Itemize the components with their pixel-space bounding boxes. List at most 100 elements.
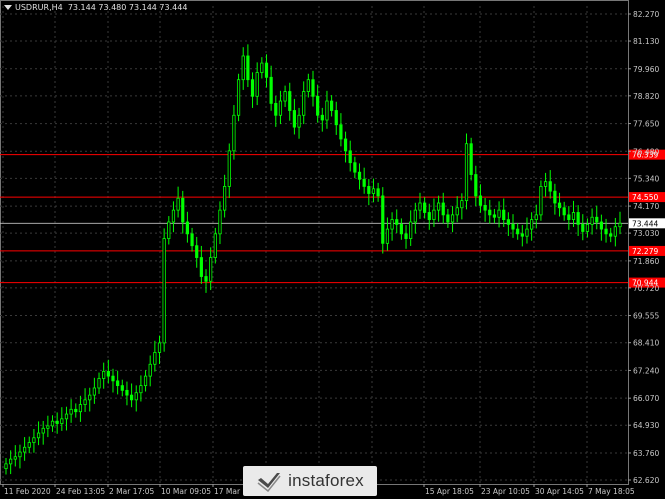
- candle-body: [371, 188, 376, 194]
- candle-body: [143, 375, 148, 387]
- candle-body: [260, 62, 264, 73]
- candle-body: [418, 202, 422, 211]
- candle-body: [102, 370, 106, 379]
- y-tick-label: 81.130: [633, 37, 659, 46]
- y-tick-label: 75.340: [633, 174, 659, 183]
- candle-body: [116, 380, 120, 387]
- candle-body: [9, 458, 13, 465]
- candle-body: [488, 209, 492, 216]
- candle-body: [4, 463, 8, 470]
- candle-body: [97, 378, 101, 389]
- candle-body: [232, 114, 236, 152]
- candle-body: [576, 212, 580, 225]
- candle-body: [320, 114, 324, 121]
- candle-body: [604, 228, 608, 235]
- y-tick-label: 63.760: [633, 449, 659, 458]
- y-tick-label: 82.270: [633, 10, 659, 19]
- candle-body: [483, 204, 487, 211]
- y-tick-label: 66.070: [633, 394, 659, 403]
- candle-body: [195, 245, 199, 258]
- candle[interactable]: [236, 73, 241, 122]
- y-tick-label: 74.170: [633, 202, 659, 211]
- candle-body: [274, 103, 278, 116]
- candle-body: [548, 181, 552, 192]
- x-tick-label: 30 Apr 14:05: [535, 487, 584, 496]
- candle-body: [618, 222, 622, 228]
- candle-body: [343, 138, 348, 152]
- candle-body: [460, 200, 464, 209]
- y-tick-label: 68.410: [633, 339, 659, 348]
- candle-body: [223, 186, 227, 211]
- candle-body: [325, 100, 329, 121]
- candle-body: [353, 162, 357, 173]
- x-tick-label: 17 Mar: [214, 487, 241, 496]
- candle-body: [581, 223, 585, 232]
- ohlc-values: 73.144 73.480 73.144 73.444: [67, 3, 188, 12]
- candle-body: [362, 178, 366, 187]
- candle-body: [557, 202, 562, 209]
- candle-body: [120, 385, 124, 391]
- candle-body: [511, 223, 515, 230]
- candle-body: [134, 392, 138, 401]
- candle-body: [50, 420, 55, 427]
- candle-body: [381, 195, 385, 244]
- candle[interactable]: [464, 133, 469, 210]
- candle-body: [492, 214, 497, 218]
- candle-body: [390, 219, 394, 230]
- y-tick-label: 67.240: [633, 366, 659, 375]
- price-chart[interactable]: 76.33974.55072.27970.94473.444 82.27081.…: [0, 0, 665, 499]
- candle-body: [534, 214, 538, 221]
- y-tick-label: 71.860: [633, 257, 659, 266]
- candle-body: [125, 389, 129, 396]
- candle-body: [469, 143, 473, 175]
- candle-body: [497, 209, 501, 218]
- candle-body: [306, 79, 310, 92]
- candle-body: [32, 437, 36, 443]
- candle-body: [446, 214, 450, 223]
- y-tick-label: 64.930: [633, 421, 659, 430]
- candle-body: [427, 212, 431, 221]
- candle[interactable]: [539, 180, 543, 221]
- candle[interactable]: [162, 228, 166, 352]
- y-tick-label: 69.555: [633, 312, 659, 321]
- candle-body: [432, 209, 436, 221]
- y-tick-label: 77.650: [633, 120, 659, 129]
- candle-body: [36, 432, 41, 439]
- candle-body: [516, 228, 520, 235]
- x-tick-label: 10 Mar 09:05: [161, 487, 211, 496]
- candle-body: [27, 442, 31, 448]
- candle-body: [297, 114, 301, 128]
- candle-body: [404, 233, 408, 239]
- candle-body: [530, 219, 534, 230]
- candle-body: [139, 385, 143, 394]
- candle-body: [148, 363, 152, 377]
- candle-body: [357, 171, 362, 180]
- candle-body: [181, 197, 185, 223]
- candle-body: [585, 223, 590, 232]
- candle-body: [562, 207, 566, 216]
- candle-body: [157, 342, 162, 353]
- x-tick-label: 7 May 18:05: [588, 487, 635, 496]
- candle-body: [311, 79, 315, 97]
- candle-body: [60, 418, 64, 424]
- candle-body: [23, 446, 27, 453]
- candle-body: [292, 110, 296, 128]
- candle-body: [330, 100, 334, 111]
- level-price-label: 74.550: [632, 193, 658, 202]
- candle-body: [74, 408, 78, 413]
- candle-body: [455, 207, 459, 216]
- x-tick-label: 15 Apr 18:05: [425, 487, 474, 496]
- candle[interactable]: [381, 187, 385, 254]
- collapse-triangle-icon[interactable]: [4, 5, 12, 10]
- candle-body: [395, 219, 399, 225]
- candle-body: [520, 233, 524, 237]
- candle[interactable]: [469, 137, 473, 181]
- instaforex-logo-icon: [257, 473, 281, 492]
- candle-body: [83, 399, 87, 405]
- candle-body: [69, 408, 73, 415]
- candle-body: [385, 228, 390, 244]
- candle-body: [590, 216, 594, 225]
- candle-body: [450, 214, 455, 223]
- candle-body: [106, 370, 110, 377]
- candle-body: [478, 195, 483, 206]
